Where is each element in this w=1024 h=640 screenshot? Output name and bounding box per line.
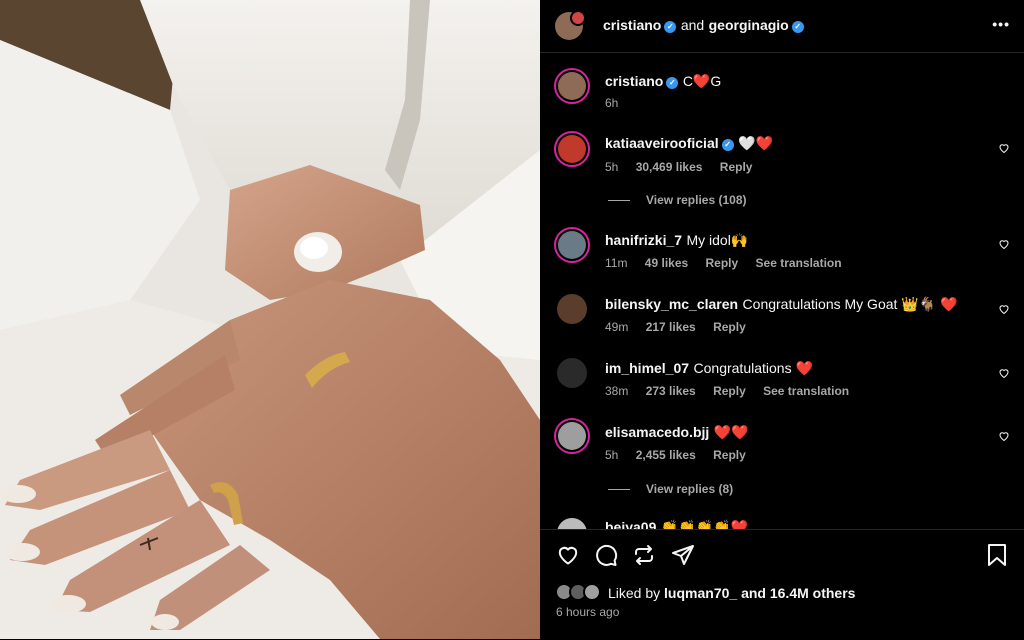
header-and-text: and bbox=[680, 17, 705, 33]
comment-avatar[interactable] bbox=[557, 294, 587, 324]
comment-line: katiaaveirooficial ✓ 🤍❤️ bbox=[605, 135, 773, 153]
comment-line: bilensky_mc_claren Congratulations My Go… bbox=[605, 296, 957, 314]
comment-bubble-icon[interactable] bbox=[594, 543, 618, 567]
comment-user[interactable]: hanifrizki_7 bbox=[605, 232, 682, 248]
comment-meta: 38m 273 likes Reply See translation bbox=[605, 384, 863, 398]
divider-line bbox=[608, 489, 630, 491]
comment-avatar[interactable] bbox=[557, 358, 587, 388]
comment-text: 🤍❤️ bbox=[738, 135, 773, 151]
share-send-icon[interactable] bbox=[671, 543, 695, 567]
instagram-post-view: cristiano ✓ and georginagio ✓ ••• cristian… bbox=[0, 0, 1024, 640]
comment-time: 49m bbox=[605, 320, 629, 334]
hands-with-rings-image bbox=[0, 0, 540, 639]
comment-heart-icon[interactable] bbox=[998, 303, 1010, 315]
verified-badge-icon: ✓ bbox=[664, 21, 677, 33]
caption-text: C❤️G bbox=[682, 73, 722, 89]
comment-likes[interactable]: 49 likes bbox=[645, 256, 688, 270]
repost-icon[interactable] bbox=[632, 543, 656, 567]
comments-panel: cristiano ✓ and georginagio ✓ ••• cristian… bbox=[540, 0, 1024, 640]
liker-avatar bbox=[583, 583, 601, 601]
comment-user[interactable]: im_himel_07 bbox=[605, 360, 689, 376]
comment-line: im_himel_07 Congratulations ❤️ bbox=[605, 360, 813, 378]
save-bookmark-icon[interactable] bbox=[986, 543, 1008, 567]
reply-button[interactable]: Reply bbox=[706, 256, 739, 270]
comment-avatar[interactable] bbox=[554, 227, 590, 263]
like-heart-icon[interactable] bbox=[556, 543, 580, 567]
comment-time: 11m bbox=[605, 256, 628, 270]
post-actions-bar: Liked by luqman70_ and 16.4M others 6 ho… bbox=[540, 529, 1024, 640]
comment-heart-icon[interactable] bbox=[998, 430, 1010, 442]
view-replies-button[interactable]: View replies (108) bbox=[608, 193, 747, 207]
comment-likes[interactable]: 217 likes bbox=[646, 320, 696, 334]
reply-button[interactable]: Reply bbox=[713, 320, 746, 334]
view-replies-label: View replies (8) bbox=[646, 482, 734, 496]
likes-count[interactable]: and 16.4M others bbox=[741, 585, 855, 601]
verified-badge-icon: ✓ bbox=[666, 77, 679, 89]
comment-avatar[interactable] bbox=[554, 131, 590, 167]
header-authors: cristiano ✓ and georginagio ✓ bbox=[603, 17, 804, 35]
comment-likes[interactable]: 30,469 likes bbox=[636, 160, 703, 174]
reply-button[interactable]: Reply bbox=[713, 448, 746, 462]
more-options-icon[interactable]: ••• bbox=[992, 16, 1010, 32]
coauthor-avatar[interactable] bbox=[570, 10, 586, 26]
caption-avatar[interactable] bbox=[554, 68, 590, 104]
caption-line: cristiano ✓ C❤️G bbox=[605, 73, 721, 91]
comment-time: 5h bbox=[605, 448, 619, 462]
comment-meta: 11m 49 likes Reply See translation bbox=[605, 256, 856, 270]
header-user2[interactable]: georginagio bbox=[709, 17, 789, 33]
post-header: cristiano ✓ and georginagio ✓ ••• bbox=[540, 0, 1024, 53]
comment-heart-icon[interactable] bbox=[998, 142, 1010, 154]
comment-text: Congratulations ❤️ bbox=[693, 360, 813, 376]
comment-line: hanifrizki_7 My idol🙌 bbox=[605, 232, 748, 250]
comment-user[interactable]: katiaaveirooficial bbox=[605, 135, 719, 151]
liker-username[interactable]: luqman70_ bbox=[664, 585, 737, 601]
post-timestamp: 6 hours ago bbox=[556, 605, 620, 619]
comment-meta: 5h 30,469 likes Reply bbox=[605, 160, 766, 174]
comment-text: My idol🙌 bbox=[686, 232, 749, 248]
see-translation-button[interactable]: See translation bbox=[756, 256, 842, 270]
liked-by-label: Liked by bbox=[608, 585, 661, 601]
comment-meta: 5h 2,455 likes Reply bbox=[605, 448, 760, 462]
comment-user[interactable]: bilensky_mc_claren bbox=[605, 296, 738, 312]
verified-badge-icon: ✓ bbox=[791, 21, 804, 33]
caption-user[interactable]: cristiano bbox=[605, 73, 663, 89]
see-translation-button[interactable]: See translation bbox=[763, 384, 849, 398]
reply-button[interactable]: Reply bbox=[713, 384, 746, 398]
header-user1[interactable]: cristiano bbox=[603, 17, 661, 33]
comment-likes[interactable]: 2,455 likes bbox=[636, 448, 696, 462]
divider-line bbox=[608, 200, 630, 202]
comment-heart-icon[interactable] bbox=[998, 367, 1010, 379]
post-photo[interactable] bbox=[0, 0, 540, 639]
comment-likes[interactable]: 273 likes bbox=[646, 384, 696, 398]
reply-button[interactable]: Reply bbox=[720, 160, 753, 174]
view-replies-button[interactable]: View replies (8) bbox=[608, 482, 733, 496]
comment-heart-icon[interactable] bbox=[998, 238, 1010, 250]
comment-text: ❤️❤️ bbox=[713, 424, 749, 440]
verified-badge-icon: ✓ bbox=[721, 139, 734, 151]
comment-user[interactable]: elisamacedo.bjj bbox=[605, 424, 709, 440]
comment-meta: 49m 217 likes Reply bbox=[605, 320, 760, 334]
comment-time: 38m bbox=[605, 384, 629, 398]
comment-avatar[interactable] bbox=[554, 418, 590, 454]
comment-line: elisamacedo.bjj ❤️❤️ bbox=[605, 424, 749, 442]
liked-by-text: Liked by luqman70_ and 16.4M others bbox=[608, 585, 855, 601]
caption-time: 6h bbox=[605, 96, 619, 110]
view-replies-label: View replies (108) bbox=[646, 193, 747, 207]
comment-text: Congratulations My Goat 👑🐐 ❤️ bbox=[742, 296, 958, 312]
comment-time: 5h bbox=[605, 160, 619, 174]
